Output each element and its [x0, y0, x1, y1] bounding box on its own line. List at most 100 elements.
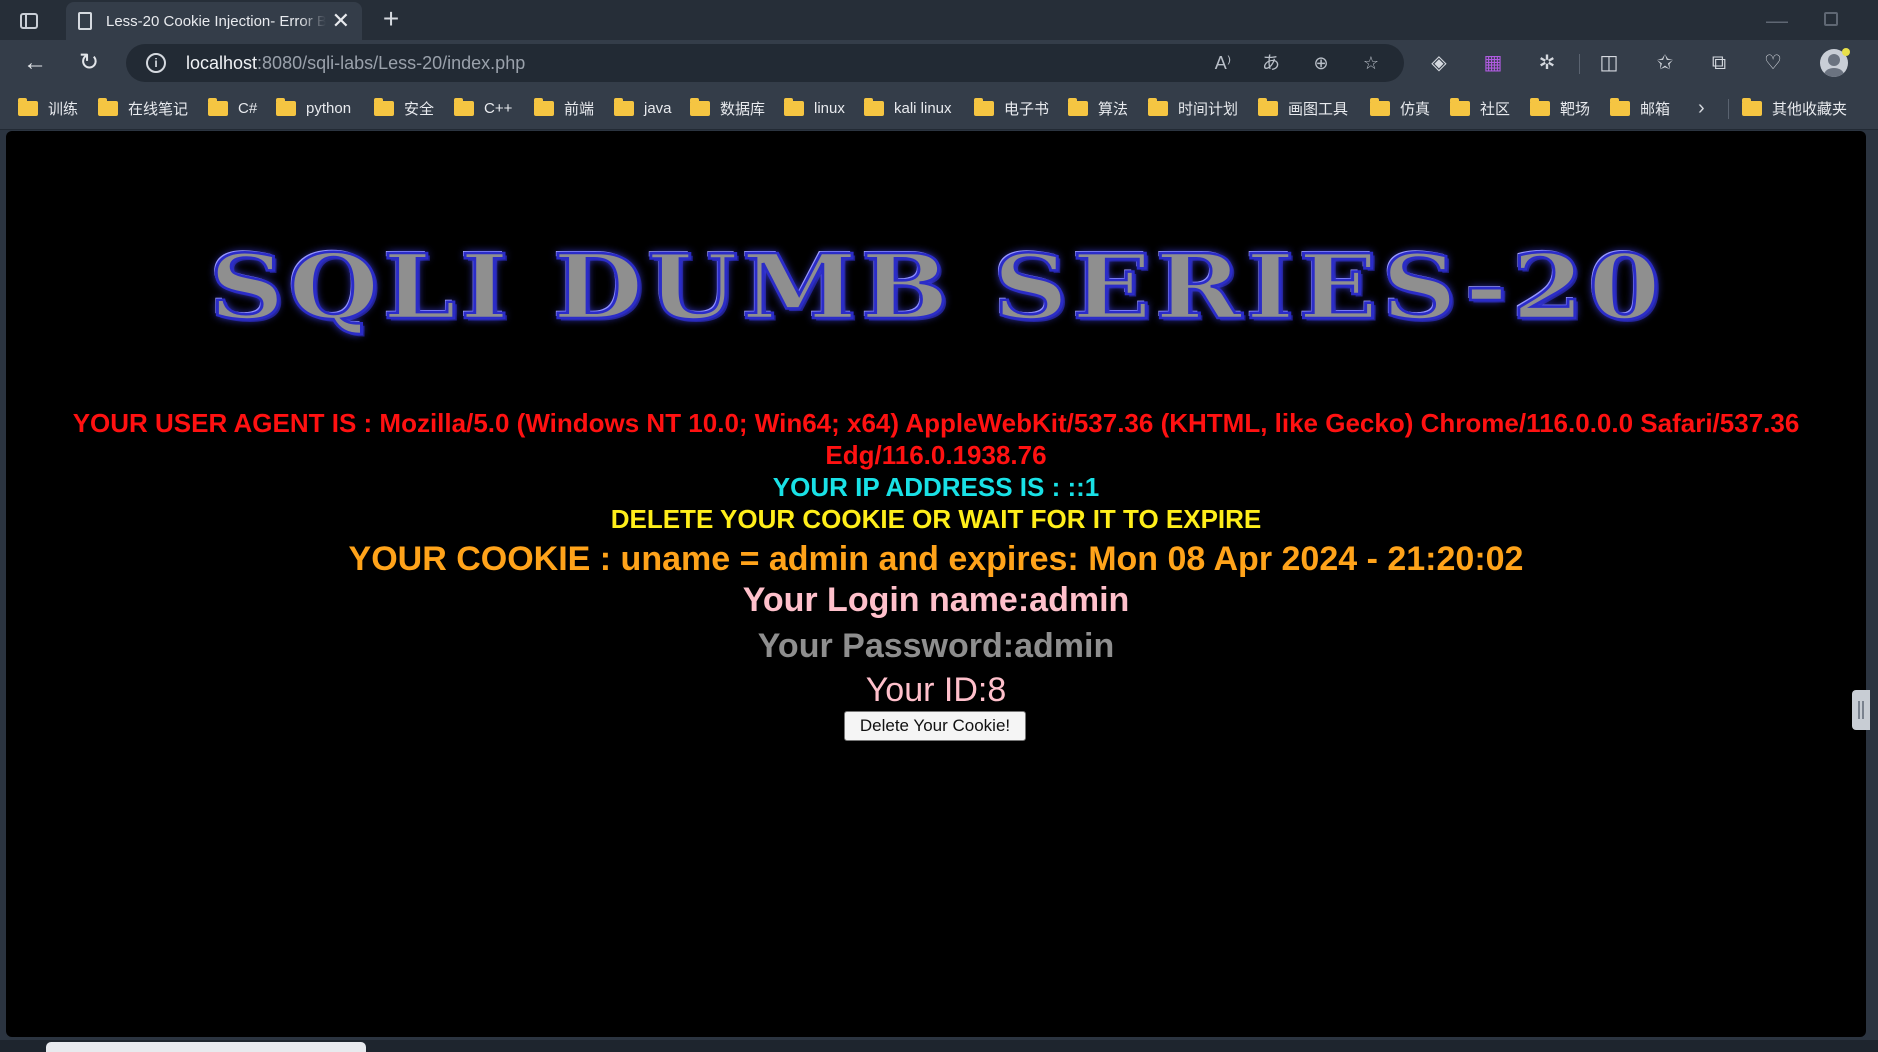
- extension-purple-icon[interactable]: ▦: [1478, 48, 1508, 78]
- close-tab-icon[interactable]: ✕: [332, 10, 350, 32]
- page-viewport: SQLI DUMB SERIES-20 YOUR USER AGENT IS :…: [6, 131, 1866, 1037]
- taskbar-search-field[interactable]: [46, 1042, 366, 1052]
- ip-address-line: YOUR IP ADDRESS IS : ::1: [772, 472, 1100, 502]
- performance-icon[interactable]: ♡: [1758, 48, 1788, 78]
- folder-icon: [1742, 97, 1762, 116]
- folder-icon: [534, 97, 554, 116]
- minimize-icon[interactable]: —: [1766, 8, 1788, 34]
- tab-active[interactable]: Less-20 Cookie Injection- Error Based- s…: [66, 2, 362, 40]
- bookmark-folder[interactable]: 数据库: [690, 95, 765, 121]
- favorite-star-icon[interactable]: ☆: [1356, 50, 1386, 76]
- sidebar-collapse-handle[interactable]: [1852, 690, 1870, 730]
- folder-icon: [1450, 97, 1470, 116]
- bookmark-label: 画图工具: [1288, 100, 1349, 118]
- folder-icon: [1530, 97, 1550, 116]
- taskbar: [0, 1040, 1878, 1052]
- bookmark-folder[interactable]: java: [614, 95, 672, 121]
- folder-icon: [1148, 97, 1168, 116]
- url-path: :8080/sqli-labs/Less-20/index.php: [257, 53, 526, 73]
- bookmark-label: C#: [238, 99, 258, 117]
- zoom-icon[interactable]: ⊕: [1306, 50, 1336, 76]
- bookmark-folder[interactable]: 训练: [18, 95, 78, 121]
- folder-icon: [374, 97, 394, 116]
- refresh-icon[interactable]: ↻: [72, 46, 106, 80]
- folder-icon: [1370, 97, 1390, 116]
- folder-icon: [864, 97, 884, 116]
- browser-toolbar: ← ↻ i localhost:8080/sqli-labs/Less-20/i…: [0, 40, 1878, 86]
- bookmark-label: 训练: [48, 100, 79, 118]
- user-agent-line: YOUR USER AGENT IS : Mozilla/5.0 (Window…: [72, 408, 1800, 470]
- bookmark-label: 其他收藏夹: [1772, 100, 1848, 118]
- address-bar[interactable]: i localhost:8080/sqli-labs/Less-20/index…: [126, 44, 1404, 82]
- favorites-icon[interactable]: ✩: [1650, 48, 1680, 78]
- bookmark-label: 仿真: [1400, 100, 1431, 118]
- bookmark-folder[interactable]: 前端: [534, 95, 594, 121]
- url-text[interactable]: localhost:8080/sqli-labs/Less-20/index.p…: [186, 53, 525, 74]
- bookmark-folder[interactable]: 算法: [1068, 95, 1128, 121]
- extension-icon[interactable]: ◈: [1424, 48, 1454, 78]
- delete-cookie-button[interactable]: Delete Your Cookie!: [844, 711, 1026, 741]
- url-host: localhost: [186, 53, 258, 73]
- bookmark-label: 靶场: [1560, 100, 1591, 118]
- folder-icon: [784, 97, 804, 116]
- site-info-icon[interactable]: i: [146, 53, 166, 73]
- bookmark-label: 前端: [564, 100, 595, 118]
- bookmark-folder[interactable]: 社区: [1450, 95, 1510, 121]
- chevron-right-icon[interactable]: ›: [1698, 95, 1705, 121]
- bookmark-label: 数据库: [720, 100, 766, 118]
- folder-icon: [614, 97, 634, 116]
- bookmark-folder[interactable]: 画图工具: [1258, 95, 1348, 121]
- bookmark-label: kali linux: [894, 99, 952, 117]
- bookmarks-bar: 训练 在线笔记 C# python 安全 C++ 前端 java 数据库 lin…: [0, 86, 1878, 130]
- title-bar: Less-20 Cookie Injection- Error Based- s…: [0, 0, 1878, 40]
- translate-icon[interactable]: あ: [1256, 50, 1286, 76]
- bookmarks-divider: [1728, 99, 1729, 119]
- login-name-line: Your Login name:admin: [742, 581, 1130, 619]
- bookmark-folder[interactable]: python: [276, 95, 351, 121]
- expire-notice: DELETE YOUR COOKIE OR WAIT FOR IT TO EXP…: [610, 504, 1262, 534]
- bookmark-label: 电子书: [1004, 100, 1050, 118]
- bookmark-folder[interactable]: C++: [454, 95, 512, 121]
- bookmark-label: C++: [484, 99, 513, 117]
- bookmark-folder[interactable]: 仿真: [1370, 95, 1430, 121]
- banner-text: SQLI DUMB SERIES-20: [208, 233, 1665, 340]
- bookmark-folder[interactable]: 时间计划: [1148, 95, 1238, 121]
- folder-icon: [1258, 97, 1278, 116]
- bookmark-label: linux: [814, 99, 845, 117]
- bookmark-label: 算法: [1098, 100, 1129, 118]
- bookmark-folder[interactable]: 安全: [374, 95, 434, 121]
- bookmark-folder[interactable]: C#: [208, 95, 257, 121]
- bookmark-label: 邮箱: [1640, 100, 1671, 118]
- bookmark-label: 安全: [404, 100, 435, 118]
- bookmark-label: 在线笔记: [128, 100, 189, 118]
- bookmark-label: 时间计划: [1178, 100, 1239, 118]
- password-line: Your Password:admin: [757, 627, 1115, 665]
- cookie-line: YOUR COOKIE : uname = admin and expires:…: [348, 540, 1524, 578]
- restore-icon[interactable]: [1824, 12, 1838, 26]
- bookmark-folder[interactable]: 邮箱: [1610, 95, 1670, 121]
- read-aloud-icon[interactable]: A⁾: [1208, 50, 1238, 76]
- tab-title: Less-20 Cookie Injection- Error Based- s…: [106, 12, 326, 30]
- new-tab-button[interactable]: +: [376, 4, 406, 34]
- folder-icon: [1610, 97, 1630, 116]
- extensions-puzzle-icon[interactable]: ✲: [1532, 48, 1562, 78]
- bookmark-folder[interactable]: 电子书: [974, 95, 1049, 121]
- bookmark-folder[interactable]: kali linux: [864, 95, 952, 121]
- back-icon[interactable]: ←: [18, 46, 52, 80]
- split-screen-icon[interactable]: ◫: [1594, 48, 1624, 78]
- bookmark-label: python: [306, 99, 352, 117]
- page-banner-logo: SQLI DUMB SERIES-20: [152, 227, 1722, 347]
- bookmark-folder[interactable]: 靶场: [1530, 95, 1590, 121]
- bookmark-label: 社区: [1480, 100, 1511, 118]
- tab-actions-icon[interactable]: [14, 8, 44, 34]
- page-icon: [78, 12, 92, 30]
- folder-icon: [690, 97, 710, 116]
- toolbar-divider: [1579, 54, 1580, 74]
- folder-icon: [276, 97, 296, 116]
- folder-icon: [208, 97, 228, 116]
- other-bookmarks-folder[interactable]: 其他收藏夹: [1742, 95, 1847, 121]
- bookmark-folder[interactable]: linux: [784, 95, 845, 121]
- bookmark-folder[interactable]: 在线笔记: [98, 95, 188, 121]
- collections-icon[interactable]: ⧉: [1704, 48, 1734, 78]
- user-id-line: Your ID:8: [865, 671, 1007, 709]
